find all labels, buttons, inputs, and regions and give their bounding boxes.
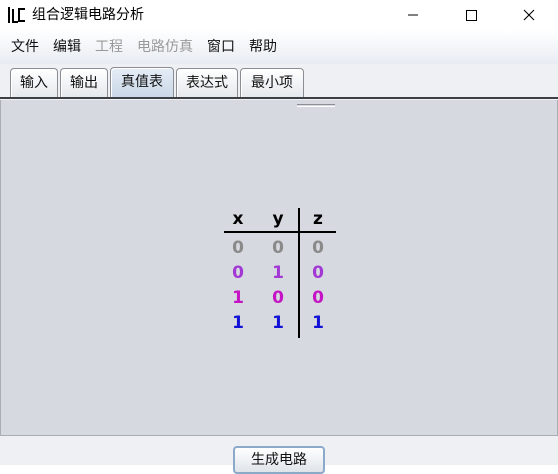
window-title: 组合逻辑电路分析 (32, 7, 144, 23)
table-header-rule (224, 231, 336, 233)
minimize-button[interactable] (390, 0, 436, 30)
table-cell: 1 (232, 288, 244, 308)
scroll-indicator (297, 104, 335, 107)
tab-truth-table[interactable]: 真值表 (110, 67, 174, 99)
menu-project: 工程 (95, 39, 123, 55)
tab-strip: 输入 输出 真值表 表达式 最小项 (0, 64, 558, 100)
generate-circuit-button[interactable]: 生成电路 (233, 446, 325, 474)
table-cell: 1 (312, 313, 324, 333)
menu-help[interactable]: 帮助 (242, 37, 284, 57)
table-cell: 1 (232, 313, 244, 333)
tab-output[interactable]: 输出 (60, 68, 108, 98)
table-cell: 0 (312, 288, 324, 308)
tab-expression[interactable]: 表达式 (176, 68, 238, 98)
table-cell: 0 (312, 263, 324, 283)
maximize-icon (465, 9, 477, 21)
menu-circuit-simulation: 电路仿真 (137, 39, 193, 55)
menu-bar: 文件 编辑 工程 电路仿真 窗口 帮助 (0, 30, 558, 64)
title-bar: 组合逻辑电路分析 (0, 0, 558, 30)
header-y: y (272, 209, 284, 229)
table-cell: 0 (272, 238, 284, 258)
menu-window[interactable]: 窗口 (200, 37, 242, 57)
table-cell: 1 (272, 313, 284, 333)
tab-divider (0, 97, 558, 99)
close-button[interactable] (506, 0, 552, 30)
menu-edit[interactable]: 编辑 (46, 37, 88, 57)
table-cell: 0 (232, 263, 244, 283)
app-window: 组合逻辑电路分析 文件 编辑 工程 电路仿真 窗口 帮助 输入 输出 真值表 表 (0, 0, 558, 474)
app-logo-icon (7, 6, 27, 24)
table-cell: 0 (272, 288, 284, 308)
maximize-button[interactable] (448, 0, 494, 30)
menu-file[interactable]: 文件 (4, 37, 46, 57)
table-cell: 0 (312, 238, 324, 258)
tab-input[interactable]: 输入 (10, 68, 58, 98)
truth-table: x y z 0 0 0 0 1 0 1 0 0 1 1 1 (224, 208, 340, 340)
header-x: x (232, 209, 244, 229)
table-cell: 1 (272, 263, 284, 283)
minimize-icon (407, 9, 419, 21)
table-output-divider (298, 208, 300, 338)
tab-minterms[interactable]: 最小项 (240, 68, 304, 98)
header-z: z (313, 209, 323, 229)
close-icon (523, 9, 535, 21)
table-cell: 0 (232, 238, 244, 258)
